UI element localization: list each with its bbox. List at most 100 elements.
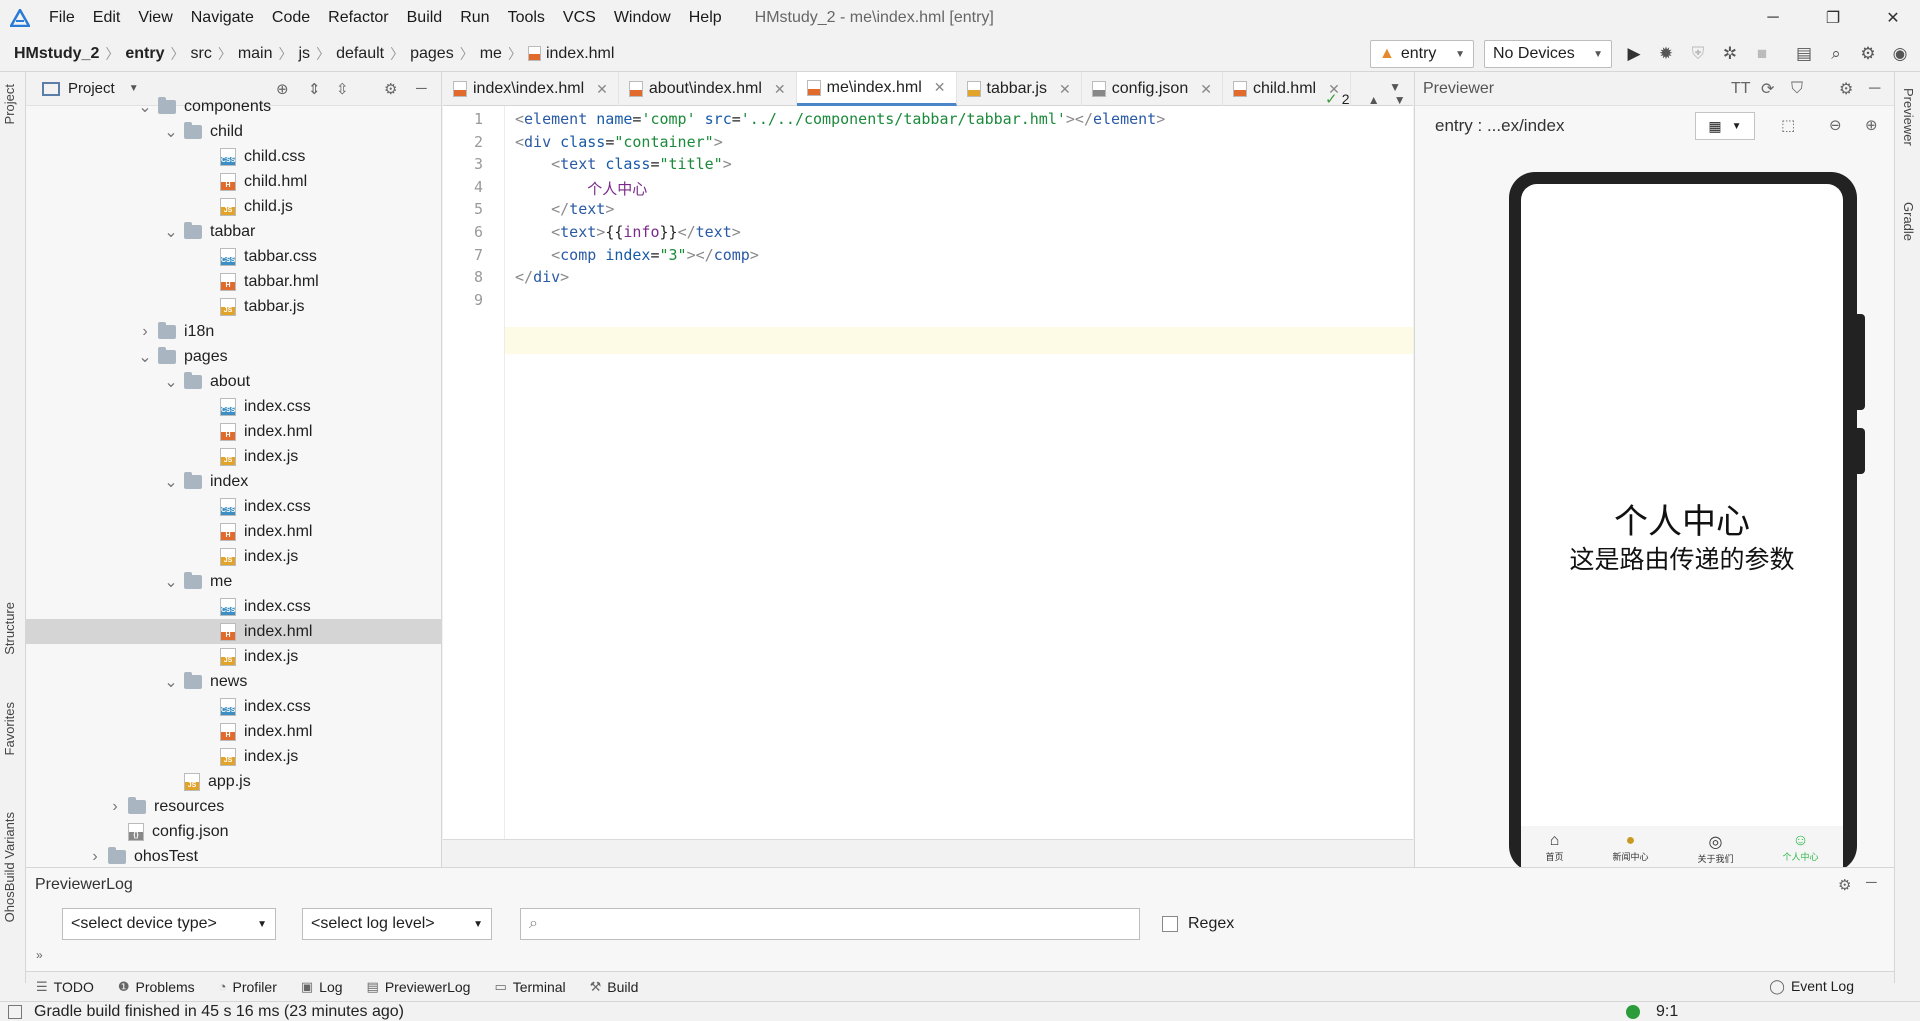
menu-window[interactable]: Window	[605, 9, 680, 27]
tree-file[interactable]: Hchild.hml	[26, 169, 441, 194]
editor-tab[interactable]: tabbar.js ✕	[957, 72, 1082, 106]
tab-me[interactable]: ☺ 个人中心	[1782, 832, 1818, 863]
menu-edit[interactable]: Edit	[84, 9, 130, 27]
code-line[interactable]: 个人中心	[515, 178, 647, 199]
chevron-down-icon[interactable]: ⌄	[164, 372, 178, 392]
chevron-down-icon[interactable]: ▼	[129, 83, 139, 94]
tab-about[interactable]: ◎ 关于我们	[1697, 832, 1733, 865]
menu-view[interactable]: View	[129, 9, 181, 27]
log-level-select[interactable]: <select log level> ▼	[302, 908, 492, 940]
tree-file[interactable]: JS app.js	[26, 769, 441, 794]
expand-icon[interactable]: »	[36, 948, 43, 962]
tree-file[interactable]: JS child.js	[26, 194, 441, 219]
breadcrumb-item[interactable]: entry	[125, 45, 164, 63]
chevron-down-icon[interactable]: ▼	[1394, 93, 1406, 107]
tree-folder[interactable]: ⌄ pages	[26, 344, 441, 369]
tree-file[interactable]: {} config.json	[26, 819, 441, 844]
gradle-tool-tab[interactable]: Gradle	[1901, 202, 1916, 241]
chevron-down-icon[interactable]: ⌄	[164, 122, 178, 142]
project-structure-icon[interactable]: ▤	[1792, 42, 1816, 66]
log-search-field[interactable]	[543, 915, 1104, 933]
breadcrumb-item[interactable]: pages	[410, 45, 454, 63]
chevron-down-icon[interactable]: ⌄	[138, 347, 152, 367]
code-line[interactable]: <div class="container">	[515, 133, 723, 151]
chevron-down-icon[interactable]: ⌄	[164, 672, 178, 692]
breadcrumb-item[interactable]: src	[190, 45, 211, 63]
tree-folder[interactable]: ⌄ about	[26, 369, 441, 394]
cursor-position[interactable]: 9:1	[1656, 1003, 1678, 1021]
log-search-input[interactable]: ⌕	[520, 908, 1140, 940]
tree-file[interactable]: JS index.js	[26, 644, 441, 669]
close-tab-icon[interactable]: ✕	[774, 81, 786, 98]
tree-file[interactable]: Hindex.hml	[26, 519, 441, 544]
debug-icon[interactable]: ✹	[1654, 42, 1678, 66]
tree-folder[interactable]: ⌄ news	[26, 669, 441, 694]
tree-file[interactable]: CSS index.css	[26, 594, 441, 619]
tree-file[interactable]: JS index.js	[26, 744, 441, 769]
close-tab-icon[interactable]: ✕	[1200, 81, 1212, 98]
tree-file[interactable]: JS tabbar.js	[26, 294, 441, 319]
tree-file[interactable]: CSS index.css	[26, 394, 441, 419]
tree-folder[interactable]: ⌄ child	[26, 119, 441, 144]
code-line[interactable]: <element name='comp' src='../../componen…	[515, 110, 1165, 128]
chevron-down-icon[interactable]: ⌄	[164, 572, 178, 592]
settings-icon[interactable]: ⚙	[1856, 42, 1880, 66]
profile-icon[interactable]: ✲	[1718, 42, 1742, 66]
maximize-button[interactable]: ❐	[1810, 0, 1856, 36]
tree-file[interactable]: Hindex.hml	[26, 719, 441, 744]
panel-toggle-icon[interactable]	[8, 1004, 22, 1019]
tree-file[interactable]: CSS index.css	[26, 694, 441, 719]
refresh-icon[interactable]: ⟳	[1761, 79, 1774, 99]
breadcrumb-item[interactable]: index.hml	[527, 45, 614, 63]
tree-file[interactable]: Htabbar.hml	[26, 269, 441, 294]
tree-folder[interactable]: › ohosTest	[26, 844, 441, 867]
editor-tab[interactable]: config.json ✕	[1082, 72, 1223, 106]
menu-navigate[interactable]: Navigate	[182, 9, 263, 27]
breadcrumb-item[interactable]: HMstudy_2	[14, 45, 99, 63]
tool-window-previewerlog[interactable]: ▤ PreviewerLog	[367, 979, 471, 995]
tree-file[interactable]: Hindex.hml	[26, 419, 441, 444]
tab-home[interactable]: ⌂ 首页	[1545, 832, 1563, 863]
structure-tool-tab[interactable]: Structure	[2, 602, 17, 655]
chevron-up-icon[interactable]: ▲	[1368, 93, 1380, 107]
favorites-tool-tab[interactable]: Favorites	[2, 702, 17, 755]
menu-run[interactable]: Run	[451, 9, 498, 27]
code-line[interactable]: <text>{{info}}</text>	[515, 223, 741, 241]
chevron-down-icon[interactable]: ⌄	[138, 97, 152, 117]
code-line[interactable]: </div>	[515, 268, 569, 286]
tree-file[interactable]: CSS index.css	[26, 494, 441, 519]
font-size-icon[interactable]: TT	[1731, 80, 1751, 98]
tool-window-terminal[interactable]: ▭ Terminal	[494, 979, 565, 995]
tree-folder[interactable]: ⌄ tabbar	[26, 219, 441, 244]
editor-tab[interactable]: index\index.hml ✕	[443, 72, 619, 106]
menu-help[interactable]: Help	[680, 9, 731, 27]
code-line[interactable]: <comp index="3"></comp>	[515, 246, 759, 264]
menu-refactor[interactable]: Refactor	[319, 9, 397, 27]
tree-folder[interactable]: ⌄ components	[26, 94, 441, 119]
tree-file[interactable]: CSS child.css	[26, 144, 441, 169]
device-type-select[interactable]: <select device type> ▼	[62, 908, 276, 940]
code-line[interactable]: <text class="title">	[515, 155, 732, 173]
gear-icon[interactable]: ⚙	[1839, 79, 1853, 99]
hide-panel-icon[interactable]: ─	[1869, 80, 1880, 98]
tree-folder[interactable]: › i18n	[26, 319, 441, 344]
breadcrumb-item[interactable]: me	[480, 45, 502, 63]
menu-file[interactable]: File	[40, 9, 84, 27]
minimize-button[interactable]: ─	[1750, 0, 1796, 36]
close-tab-icon[interactable]: ✕	[1059, 81, 1071, 98]
tree-file[interactable]: CSS tabbar.css	[26, 244, 441, 269]
code-editor[interactable]: 1 2 3 4 5 6 7 8 9 <element name='comp' src='../.…	[443, 91, 1413, 839]
device-select[interactable]: No Devices ▼	[1484, 40, 1612, 68]
rotate-icon[interactable]: ⬚	[1781, 116, 1795, 134]
tool-window-log[interactable]: ▣ Log	[301, 979, 343, 995]
tree-file[interactable]: JS index.js	[26, 544, 441, 569]
build-variants-tool-tab[interactable]: OhosBuild Variants	[2, 812, 17, 922]
stop-icon[interactable]: ■	[1750, 42, 1774, 66]
menu-vcs[interactable]: VCS	[554, 9, 605, 27]
menu-tools[interactable]: Tools	[499, 9, 554, 27]
tab-news[interactable]: ● 新闻中心	[1612, 832, 1648, 863]
run-icon[interactable]: ▶	[1622, 42, 1646, 66]
breadcrumb-item[interactable]: default	[336, 45, 384, 63]
regex-checkbox[interactable]	[1162, 916, 1178, 932]
chevron-down-icon[interactable]: ⌄	[164, 472, 178, 492]
